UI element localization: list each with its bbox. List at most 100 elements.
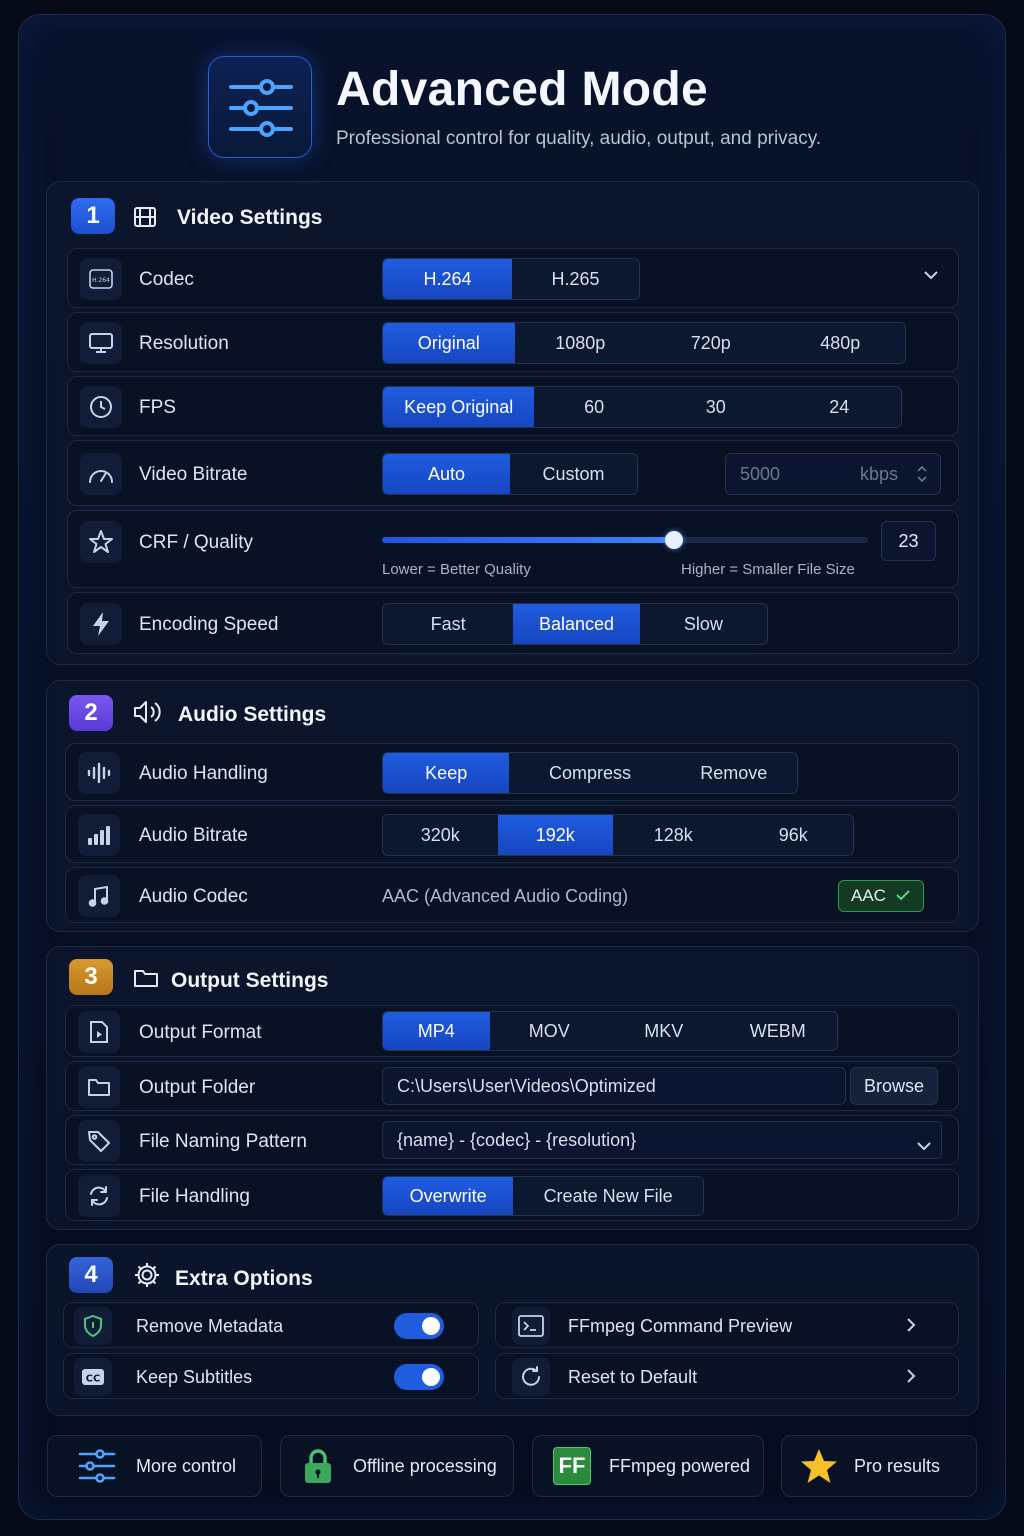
resolution-option-720p[interactable]: 720p — [646, 323, 776, 363]
star-outline-icon — [80, 521, 122, 563]
audio-settings-section: 2 Audio Settings Audio Handling Keep Com… — [46, 680, 979, 932]
fps-option-30[interactable]: 30 — [654, 387, 778, 427]
audio-bitrate-option-192k[interactable]: 192k — [497, 815, 614, 855]
crf-low-hint: Lower = Better Quality — [382, 561, 531, 578]
codec-option-h264[interactable]: H.264 — [383, 259, 512, 299]
clock-icon — [80, 386, 122, 428]
fps-option-keep-original[interactable]: Keep Original — [383, 387, 535, 427]
folder-icon — [78, 1066, 120, 1108]
lock-icon — [303, 1448, 333, 1484]
section-number: 4 — [69, 1257, 113, 1293]
page-title: Advanced Mode — [336, 63, 708, 116]
feature-label: Pro results — [854, 1455, 941, 1476]
toggle-knob — [422, 1317, 440, 1335]
section-title: Video Settings — [177, 206, 323, 229]
video-bitrate-row: Video Bitrate Auto Custom 5000 kbps — [67, 440, 959, 506]
svg-text:H.264: H.264 — [92, 277, 110, 284]
resolution-label: Resolution — [139, 333, 229, 354]
resolution-option-480p[interactable]: 480p — [776, 323, 906, 363]
file-handling-selector: Overwrite Create New File — [382, 1176, 704, 1216]
crf-slider[interactable] — [382, 531, 868, 549]
section-number: 1 — [71, 198, 115, 234]
file-handling-label: File Handling — [139, 1186, 250, 1207]
bitrate-option-auto[interactable]: Auto — [383, 454, 510, 494]
audio-option-keep[interactable]: Keep — [383, 753, 510, 793]
file-naming-label: File Naming Pattern — [139, 1131, 307, 1152]
file-naming-value: {name} - {codec} - {resolution} — [397, 1129, 637, 1150]
remove-metadata-label: Remove Metadata — [136, 1316, 284, 1336]
resolution-option-1080p[interactable]: 1080p — [515, 323, 647, 363]
file-naming-dropdown[interactable]: {name} - {codec} - {resolution} — [382, 1121, 942, 1159]
codec-selector: H.264 H.265 — [382, 258, 640, 300]
ffmpeg-preview-option[interactable]: FFmpeg Command Preview — [495, 1302, 959, 1348]
fps-selector: Keep Original 60 30 24 — [382, 386, 902, 428]
section-title: Extra Options — [175, 1267, 313, 1290]
chevron-right-icon[interactable] — [906, 1318, 916, 1337]
fps-option-60[interactable]: 60 — [534, 387, 654, 427]
resolution-option-original[interactable]: Original — [383, 323, 515, 363]
browse-button[interactable]: Browse — [850, 1067, 938, 1105]
bitrate-unit: kbps — [860, 463, 899, 484]
speed-option-balanced[interactable]: Balanced — [513, 604, 640, 644]
encoding-speed-row: Encoding Speed Fast Balanced Slow — [67, 592, 959, 654]
chevron-down-icon[interactable] — [917, 1135, 931, 1156]
fps-option-24[interactable]: 24 — [777, 387, 901, 427]
feature-offline-processing: Offline processing — [280, 1435, 514, 1497]
bitrate-mode-selector: Auto Custom — [382, 453, 638, 495]
output-format-selector: MP4 MOV MKV WEBM — [382, 1011, 838, 1051]
reset-default-option[interactable]: Reset to Default — [495, 1353, 959, 1399]
format-option-mov[interactable]: MOV — [490, 1012, 609, 1050]
signal-bars-icon — [78, 814, 120, 856]
crf-row: CRF / Quality 23 Lower = Better Quality … — [67, 510, 959, 588]
format-option-webm[interactable]: WEBM — [719, 1012, 837, 1050]
gear-icon — [133, 1261, 161, 1294]
audio-codec-row: Audio Codec AAC (Advanced Audio Coding) … — [65, 867, 959, 923]
crf-high-hint: Higher = Smaller File Size — [681, 561, 855, 578]
audio-bitrate-option-320k[interactable]: 320k — [383, 815, 498, 855]
output-folder-path: C:\Users\User\Videos\Optimized — [397, 1075, 656, 1096]
keep-subtitles-option: CC Keep Subtitles — [63, 1353, 479, 1399]
chevron-right-icon[interactable] — [906, 1369, 916, 1388]
check-icon — [896, 886, 910, 906]
codec-option-h265[interactable]: H.265 — [512, 259, 639, 299]
feature-more-control: More control — [47, 1435, 262, 1497]
audio-codec-label: Audio Codec — [139, 886, 248, 907]
feature-label: FFmpeg powered — [609, 1455, 751, 1476]
speed-option-slow[interactable]: Slow — [640, 604, 767, 644]
audio-bitrate-option-128k[interactable]: 128k — [613, 815, 733, 855]
sliders-icon — [208, 56, 312, 158]
toggle-knob — [422, 1368, 440, 1386]
gauge-icon — [80, 453, 122, 495]
chevron-down-icon[interactable] — [924, 267, 938, 285]
keep-subtitles-toggle[interactable] — [394, 1364, 444, 1390]
encoding-speed-selector: Fast Balanced Slow — [382, 603, 768, 645]
fps-row: FPS Keep Original 60 30 24 — [67, 376, 959, 436]
format-option-mkv[interactable]: MKV — [609, 1012, 719, 1050]
file-handling-option-create-new[interactable]: Create New File — [513, 1177, 703, 1215]
bitrate-option-custom[interactable]: Custom — [510, 454, 637, 494]
crf-value: 23 — [898, 530, 919, 551]
feature-ffmpeg-powered: FF FFmpeg powered — [532, 1435, 764, 1497]
audio-bitrate-label: Audio Bitrate — [139, 825, 248, 846]
output-folder-input[interactable]: C:\Users\User\Videos\Optimized — [382, 1067, 846, 1105]
stepper-icon[interactable] — [916, 464, 928, 489]
page-subtitle: Professional control for quality, audio,… — [336, 128, 822, 149]
audio-option-compress[interactable]: Compress — [509, 753, 670, 793]
remove-metadata-toggle[interactable] — [394, 1313, 444, 1339]
output-format-row: Output Format MP4 MOV MKV WEBM — [65, 1005, 959, 1057]
reset-default-label: Reset to Default — [568, 1367, 698, 1387]
crf-slider-knob[interactable] — [664, 531, 683, 549]
bitrate-input[interactable]: 5000 kbps — [725, 453, 941, 495]
ff-logo-icon: FF — [553, 1447, 591, 1485]
audio-option-remove[interactable]: Remove — [671, 753, 797, 793]
crf-value-box[interactable]: 23 — [881, 521, 936, 561]
video-bitrate-label: Video Bitrate — [139, 464, 248, 485]
reset-icon — [512, 1358, 550, 1396]
output-folder-row: Output Folder C:\Users\User\Videos\Optim… — [65, 1061, 959, 1111]
audio-bitrate-option-96k[interactable]: 96k — [734, 815, 853, 855]
terminal-icon — [512, 1307, 550, 1345]
file-handling-option-overwrite[interactable]: Overwrite — [383, 1177, 514, 1215]
svg-text:CC: CC — [86, 1374, 101, 1385]
format-option-mp4[interactable]: MP4 — [383, 1012, 490, 1050]
speed-option-fast[interactable]: Fast — [383, 604, 513, 644]
